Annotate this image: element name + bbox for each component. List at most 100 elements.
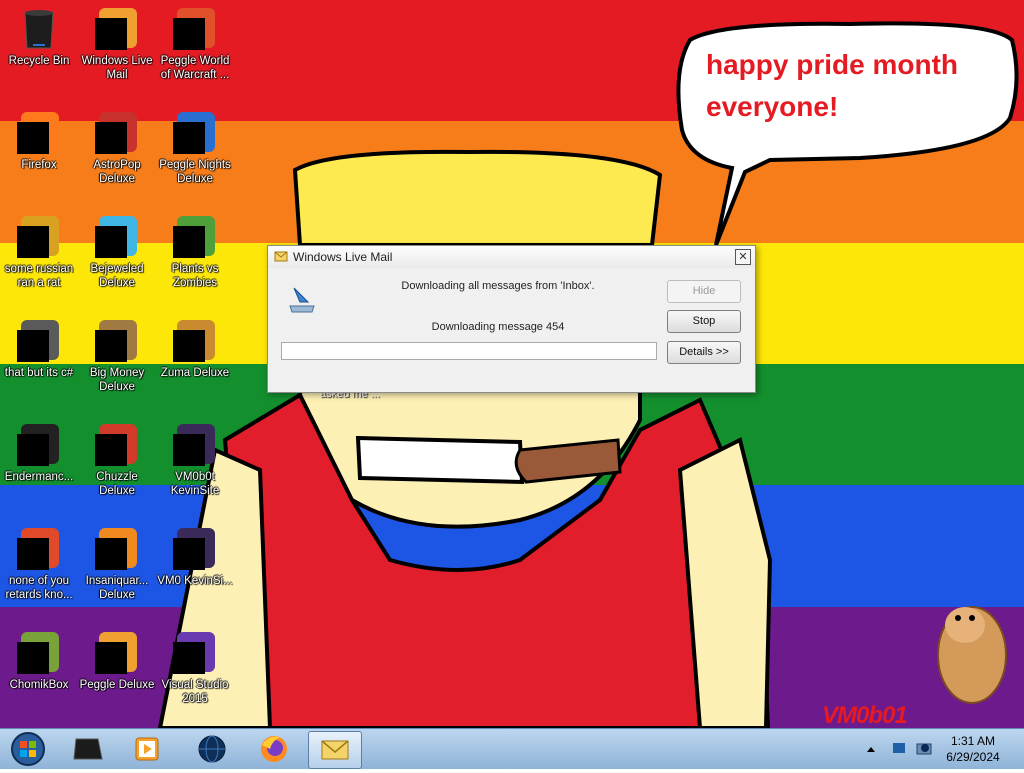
desktop-icon-label: Bejeweled Deluxe [90,263,144,289]
desktop-icon[interactable]: that but its c# [0,316,78,380]
insaniquarium-icon [93,524,141,572]
redaction-box [17,538,49,570]
desktop-icon[interactable]: Visual Studio 2015 [156,628,234,706]
desktop-icon[interactable]: Big Money Deluxe [78,316,156,394]
redaction-box [95,226,127,258]
speech-line-2: everyone! [706,91,839,122]
details-button[interactable]: Details >> [667,341,741,364]
desktop-icon-label: Recycle Bin [8,55,70,67]
redaction-box [95,122,127,154]
redaction-box [173,434,205,466]
redaction-box [17,642,49,674]
speech-line-1: happy pride month [706,49,958,80]
desktop-icon-label: Peggle Deluxe [79,679,155,691]
redaction-box [17,226,49,258]
chevron-up-icon [867,747,875,752]
desktop-icon-label: AstroPop Deluxe [93,159,141,185]
firefox-icon [15,108,63,156]
desktop-icon-label: VM0 KevinSi... [157,575,233,587]
dialog-close-button[interactable]: ✕ [735,249,751,265]
dialog-title: Windows Live Mail [293,250,393,264]
desktop-icon[interactable]: VM0b0t KevinSite [156,420,234,498]
download-progress-bar [281,342,657,360]
clock-time: 1:31 AM [950,734,996,748]
windows-live-mail-icon [93,4,141,52]
desktop-icon[interactable]: Peggle Deluxe [78,628,156,692]
clock[interactable]: 1:31 AM 6/29/2024 [940,733,1006,765]
start-button[interactable] [2,731,54,767]
desktop-icon-label: Plants vs Zombies [171,263,219,289]
desktop-icon-label: some russian ran a rat [4,263,74,289]
speech-bubble-text: happy pride month everyone! [706,44,986,128]
desktop-icon[interactable]: Windows Live Mail [78,4,156,82]
stop-button[interactable]: Stop [667,310,741,333]
desktop-icon-label: Windows Live Mail [81,55,153,81]
taskbar-windows-live-mail[interactable] [308,731,362,769]
desktop-icon-label: that but its c# [4,367,74,379]
windows-live-mail-dialog: Windows Live Mail ✕ Downloading all mess… [267,245,756,393]
taskbar-firefox[interactable] [248,731,300,767]
chomikbox-icon [15,628,63,676]
plants-vs-zombies-icon [171,212,219,260]
desktop-icon[interactable]: Bejeweled Deluxe [78,212,156,290]
start-orb-icon [11,732,45,766]
network-icon[interactable] [916,739,934,757]
desktop-icon[interactable]: AstroPop Deluxe [78,108,156,186]
desktop-icon-label: Insaniquar... Deluxe [85,575,149,601]
desktop-icon-label: none of you retards kno... [5,575,73,601]
redaction-box [95,330,127,362]
desktop-icon-label: Chuzzle Deluxe [96,471,138,497]
desktop-icon[interactable]: VM0 KevinSi... [156,524,234,588]
desktop-icon-label: Zuma Deluxe [160,367,230,379]
desktop-icon[interactable]: Chuzzle Deluxe [78,420,156,498]
hide-button[interactable]: Hide [667,280,741,303]
taskbar-globe-browser[interactable] [186,731,238,767]
redaction-box [17,330,49,362]
taskbar-terminal[interactable] [62,731,114,767]
desktop-icon-label: Peggle World of Warcraft ... [160,55,230,81]
redaction-box [17,122,49,154]
tray-overflow-button[interactable] [864,733,878,765]
astropop-icon [93,108,141,156]
folder-stack-icon [15,316,63,364]
desktop-icon[interactable]: Zuma Deluxe [156,316,234,380]
terminal-icon [15,420,63,468]
desktop-icon-label: VM0b0t KevinSite [170,471,220,497]
kevinsite-icon [171,420,219,468]
artist-signature: VM0b01 [822,702,908,728]
dialog-titlebar[interactable]: Windows Live Mail ✕ [268,246,755,268]
peggle-nights-icon [171,108,219,156]
action-center-flag-icon[interactable] [892,741,906,755]
clock-date: 6/29/2024 [946,750,1000,764]
desktop-icon[interactable]: ChomikBox [0,628,78,692]
desktop-icon[interactable]: Peggle Nights Deluxe [156,108,234,186]
big-money-icon [93,316,141,364]
taskbar: 1:31 AM 6/29/2024 [0,728,1024,769]
browser-icon [15,524,63,572]
media-player-icon [135,737,159,761]
taskbar-media-player[interactable] [122,731,174,767]
redaction-box [173,538,205,570]
redaction-box [95,642,127,674]
desktop-icon-label: Big Money Deluxe [89,367,145,393]
desktop-icon[interactable]: Peggle World of Warcraft ... [156,4,234,82]
desktop-icon[interactable]: none of you retards kno... [0,524,78,602]
desktop-icon-label: ChomikBox [9,679,69,691]
mouth [355,435,525,485]
document-icon [15,212,63,260]
system-tray: 1:31 AM 6/29/2024 [864,729,1024,769]
desktop-icon[interactable]: some russian ran a rat [0,212,78,290]
desktop-icon[interactable]: Insaniquar... Deluxe [78,524,156,602]
desktop-icon[interactable]: Firefox [0,108,78,172]
desktop-icon[interactable]: Recycle Bin [0,4,78,68]
globe-browser-icon [198,735,226,763]
desktop-icon[interactable]: Plants vs Zombies [156,212,234,290]
redaction-box [173,122,205,154]
redaction-box [95,434,127,466]
windows-live-mail-taskbar-icon [321,740,349,760]
desktop-icon-label: Visual Studio 2015 [161,679,229,705]
desktop-icon[interactable]: Endermanc... [0,420,78,484]
kevinsite-icon [171,524,219,572]
redaction-box [95,538,127,570]
terminal-taskbar-icon [73,738,103,760]
